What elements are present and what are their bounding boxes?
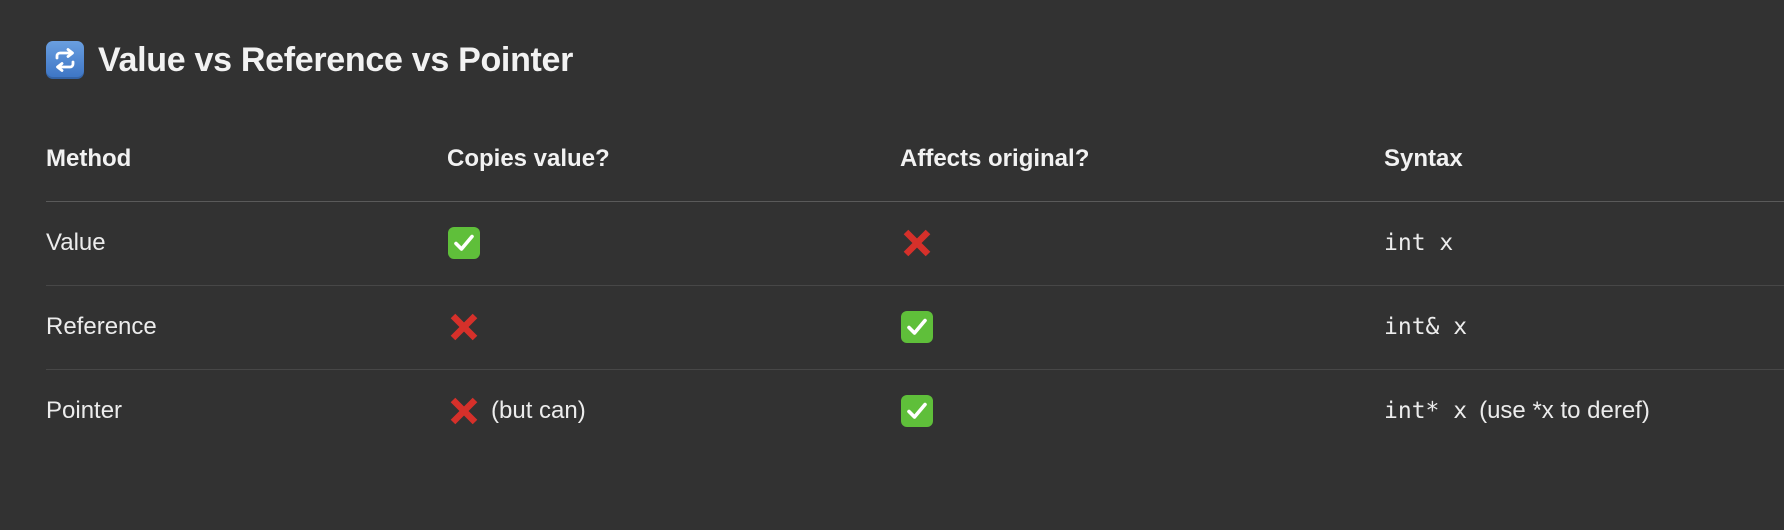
syntax-cell: int* x (use *x to deref) [1384, 369, 1784, 453]
cross-mark-icon [900, 226, 934, 260]
cross-mark-icon [447, 310, 481, 344]
section-heading: Value vs Reference vs Pointer [46, 38, 573, 82]
document-page: Value vs Reference vs Pointer Method Cop… [46, 0, 1784, 530]
repeat-arrows-icon [46, 41, 84, 79]
affects-cell [900, 369, 1384, 453]
syntax-code: int* x [1384, 398, 1468, 425]
copies-cell: (but can) [447, 369, 900, 453]
header-method: Method [46, 118, 447, 202]
header-affects-original: Affects original? [900, 118, 1384, 202]
check-mark-icon [447, 226, 481, 260]
syntax-cell: int x [1384, 201, 1784, 286]
table-row: Reference int& x [46, 285, 1784, 370]
table-row: Value int x [46, 201, 1784, 286]
table-row: Pointer (but can) int* x (use *x to dere… [46, 369, 1784, 453]
cross-mark-icon [447, 394, 481, 428]
copies-note: (but can) [491, 397, 586, 425]
syntax-code: int x [1384, 230, 1454, 256]
header-syntax: Syntax [1384, 118, 1784, 202]
method-cell: Value [46, 201, 447, 286]
copies-cell [447, 201, 900, 286]
page-title: Value vs Reference vs Pointer [98, 40, 574, 79]
check-mark-icon [900, 310, 934, 344]
method-cell: Pointer [46, 397, 123, 425]
affects-cell [900, 201, 1384, 286]
syntax-code: int& x [1384, 314, 1468, 340]
method-cell: Reference [46, 285, 447, 370]
affects-cell [900, 285, 1384, 370]
comparison-table: Method Copies value? Affects original? S… [46, 118, 1784, 453]
check-mark-icon [900, 394, 934, 428]
syntax-cell: int& x [1384, 285, 1784, 370]
table-header-row: Method Copies value? Affects original? S… [46, 118, 1784, 202]
syntax-note: (use *x to deref) [1479, 397, 1650, 425]
header-copies-value: Copies value? [447, 118, 900, 202]
copies-cell [447, 285, 900, 370]
